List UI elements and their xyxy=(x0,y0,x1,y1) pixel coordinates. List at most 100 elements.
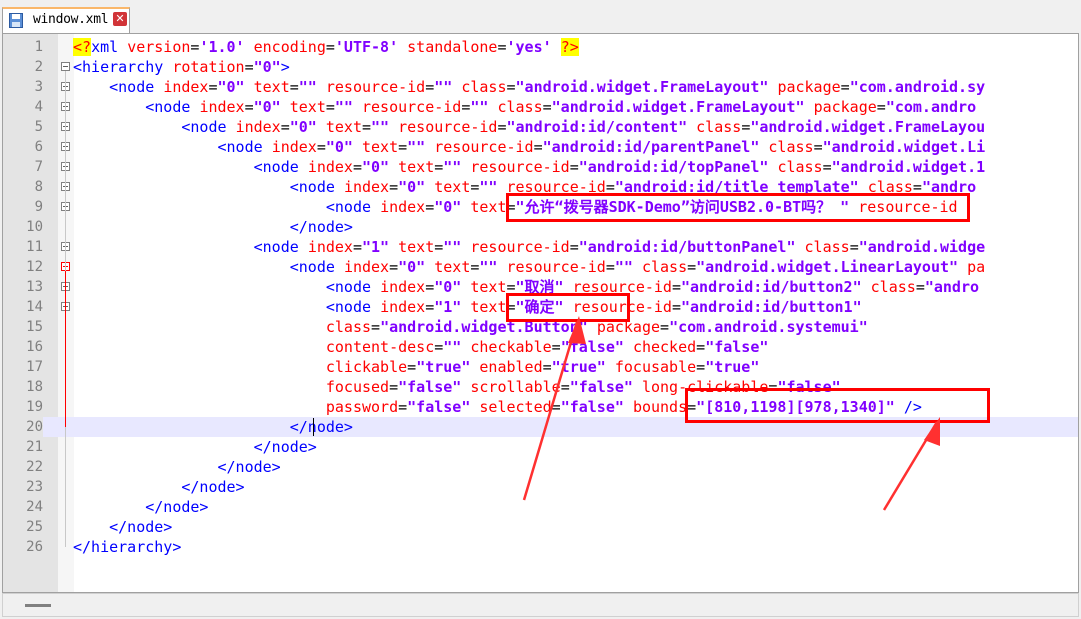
code-token: = xyxy=(425,278,435,296)
line-number: 26 xyxy=(26,539,43,555)
code-token: "false" xyxy=(560,398,633,416)
fold-toggle-icon[interactable] xyxy=(61,62,70,71)
code-text: </node> xyxy=(73,417,353,437)
code-token: index xyxy=(163,78,209,96)
code-line[interactable]: 22 </node> xyxy=(3,457,1078,477)
code-line[interactable]: 26 </hierarchy> xyxy=(3,537,1078,557)
code-token: "com.android.systemui" xyxy=(669,318,868,336)
code-token: = xyxy=(434,338,444,356)
code-token: class xyxy=(870,278,916,296)
code-token: version xyxy=(127,38,191,56)
code-text: </node> xyxy=(73,477,244,497)
code-token: </node> xyxy=(253,438,317,456)
line-number: 24 xyxy=(26,499,43,515)
code-token: "0" xyxy=(325,138,362,156)
code-token: "android:id/content" xyxy=(506,118,697,136)
code-token: </node> xyxy=(109,518,173,536)
highlight-box-bounds xyxy=(685,388,990,423)
code-line[interactable]: 17 clickable="true" enabled="true" focus… xyxy=(3,357,1078,377)
code-token: "" xyxy=(443,338,471,356)
code-token: <node xyxy=(217,138,272,156)
code-token: text xyxy=(398,238,435,256)
code-token: "android:id/parentPanel" xyxy=(542,138,769,156)
code-token: = xyxy=(551,338,561,356)
line-number: 7 xyxy=(34,159,43,175)
code-token: "android.widget.FrameLayout" xyxy=(515,78,778,96)
code-token: </hierarchy> xyxy=(73,538,182,556)
code-token: "false" xyxy=(398,378,471,396)
code-line[interactable]: 12 <node index="0" text="" resource-id="… xyxy=(3,257,1078,277)
line-number: 25 xyxy=(26,519,43,535)
code-token: text xyxy=(289,98,326,116)
code-token: index xyxy=(307,238,353,256)
code-token: </node> xyxy=(289,418,353,436)
highlight-box-confirm-text xyxy=(506,293,630,322)
code-token: "android.widget.1 xyxy=(831,158,986,176)
code-token: = xyxy=(605,258,615,276)
code-token: index xyxy=(343,178,390,196)
code-line[interactable]: 23 </node> xyxy=(3,477,1078,497)
code-token: encoding xyxy=(253,38,326,56)
code-token: <node xyxy=(181,118,236,136)
code-token: selected xyxy=(479,398,552,416)
code-token: class xyxy=(641,258,688,276)
scrollbar-thumb[interactable] xyxy=(25,604,51,607)
tab-window-xml[interactable]: window.xml ✕ xyxy=(2,7,130,33)
code-token: </node> xyxy=(145,498,209,516)
code-token: <node xyxy=(253,158,308,176)
code-token: index xyxy=(199,98,245,116)
code-token: focusable xyxy=(614,358,697,376)
code-token: "0" xyxy=(253,58,281,76)
code-line[interactable]: 5 <node index="0" text="" resource-id="a… xyxy=(3,117,1078,137)
code-line[interactable]: 4 <node index="0" text="" resource-id=""… xyxy=(3,97,1078,117)
code-token: = xyxy=(425,198,435,216)
code-token: = xyxy=(687,258,697,276)
code-token: = xyxy=(506,78,516,96)
code-token: <hierarchy xyxy=(73,58,173,76)
code-token: resource-id xyxy=(362,98,462,116)
code-line[interactable]: 21 </node> xyxy=(3,437,1078,457)
code-text: </node> xyxy=(73,497,208,517)
code-token: <node xyxy=(109,78,164,96)
tab-label: window.xml xyxy=(33,12,109,27)
code-text: <node index="0" text="" resource-id="and… xyxy=(73,137,986,157)
line-number: 3 xyxy=(34,79,43,95)
code-token: class xyxy=(777,158,823,176)
close-icon[interactable]: ✕ xyxy=(113,12,127,26)
code-token: > xyxy=(280,58,290,76)
code-line[interactable]: 24 </node> xyxy=(3,497,1078,517)
line-number: 11 xyxy=(26,239,43,255)
code-token: ?> xyxy=(560,38,579,56)
code-token: rotation xyxy=(172,58,245,76)
code-line[interactable]: 7 <node index="0" text="" resource-id="a… xyxy=(3,157,1078,177)
code-token: "false" xyxy=(569,378,642,396)
line-number: 20 xyxy=(3,417,43,437)
horizontal-scrollbar[interactable] xyxy=(2,593,1079,617)
code-line[interactable]: 11 <node index="1" text="" resource-id="… xyxy=(3,237,1078,257)
code-token: = xyxy=(671,298,681,316)
code-line[interactable]: 1 <?xml version='1.0' encoding='UTF-8' st… xyxy=(3,37,1078,57)
code-token: "android.widget.FrameLayout" xyxy=(551,98,814,116)
code-token: = xyxy=(244,58,254,76)
line-number: 9 xyxy=(34,199,43,215)
code-line[interactable]: 16 content-desc="" checkable="false" che… xyxy=(3,337,1078,357)
code-token: class xyxy=(696,118,742,136)
code-line[interactable]: 6 <node index="0" text="" resource-id="a… xyxy=(3,137,1078,157)
code-line[interactable]: 25 </node> xyxy=(3,517,1078,537)
code-token: text xyxy=(470,198,507,216)
code-token: text xyxy=(434,258,471,276)
code-token: "" xyxy=(298,78,326,96)
code-token: = xyxy=(389,178,399,196)
code-token: "android.widget.FrameLayou xyxy=(750,118,986,136)
code-token: = xyxy=(849,238,859,256)
code-line[interactable]: 2 <hierarchy rotation="0"> xyxy=(3,57,1078,77)
code-token: checkable xyxy=(470,338,552,356)
code-line[interactable]: 3 <node index="0" text="" resource-id=""… xyxy=(3,77,1078,97)
code-token: index xyxy=(343,258,390,276)
code-token: content-desc xyxy=(325,338,435,356)
code-token: = xyxy=(407,358,417,376)
